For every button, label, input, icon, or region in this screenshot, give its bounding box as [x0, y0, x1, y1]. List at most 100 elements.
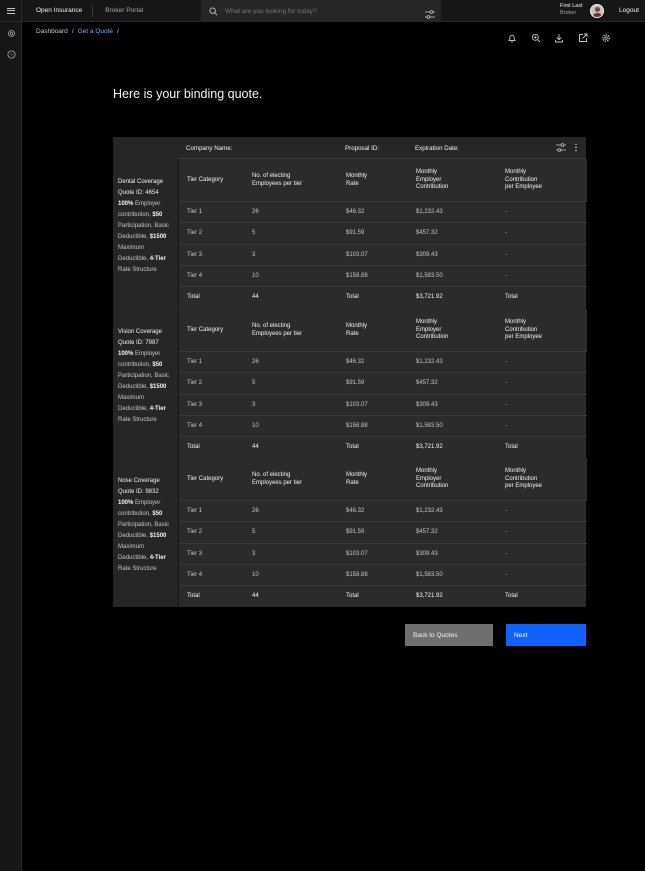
- portal-name[interactable]: Broker Portal: [92, 4, 155, 17]
- rate-structure: 4-Tier: [149, 555, 166, 561]
- filter-icon[interactable]: [425, 6, 435, 24]
- employees-cell: 10: [252, 272, 259, 279]
- total-employees-cell: 44: [252, 294, 259, 301]
- back-to-quotes-button[interactable]: Back to Quotes: [405, 624, 493, 646]
- coverage-table: Tier Category No. of electing Employees pe…: [178, 458, 587, 607]
- settings-icon[interactable]: [5, 27, 17, 39]
- rate-cell: $46.32: [346, 508, 365, 514]
- tier-cell: Tier 1: [187, 359, 203, 365]
- employees-cell: 5: [252, 380, 256, 387]
- export-icon[interactable]: [577, 32, 589, 44]
- total-tier-cell: Total: [187, 444, 200, 451]
- quote-table-header: Company Name: Proposal ID: Expiration Da…: [178, 137, 586, 159]
- table-row[interactable]: Tier 1 26 $46.32 $1,232.43 -: [179, 352, 587, 374]
- coverage-name: Nose Coverage: [118, 478, 160, 484]
- coverage-desc: Maximum Deductible,: [118, 245, 150, 262]
- employee-contribution-cell: -: [505, 571, 507, 578]
- rate-structure: 4-Tier: [149, 256, 166, 262]
- contribution-percent: 100%: [118, 500, 134, 506]
- user-info[interactable]: First Last Broker: [560, 3, 583, 17]
- overflow-menu-icon[interactable]: [574, 143, 578, 154]
- employer-contribution-cell: $1,232.43: [416, 209, 443, 215]
- column-header-employee: Monthly Contribution per Employee: [505, 468, 543, 489]
- total-row: Total 44 Total $3,721.92 Total: [179, 586, 587, 607]
- quote-id: Quote ID: 4654: [118, 190, 159, 196]
- tier-cell: Tier 2: [187, 230, 203, 237]
- expiration-date-label: Expiration Date:: [415, 145, 460, 152]
- total-employer-contribution-cell: $3,721.92: [416, 593, 443, 600]
- rate-cell: $103.07: [346, 251, 368, 258]
- table-row[interactable]: Tier 4 10 $158.88 $1,583.50 -: [179, 266, 587, 288]
- column-header-rate: Monthly Rate: [346, 323, 368, 337]
- table-row[interactable]: Tier 3 3 $103.07 $309.43 -: [179, 395, 587, 416]
- menu-icon[interactable]: [0, 0, 22, 22]
- search-bar[interactable]: [201, 0, 441, 22]
- total-employee-contribution-cell: Total: [505, 294, 518, 301]
- settings-icon[interactable]: [600, 32, 612, 44]
- user-role: Broker: [560, 10, 577, 16]
- employee-contribution-cell: -: [505, 401, 507, 408]
- employees-cell: 3: [252, 550, 256, 557]
- contribution-percent: 100%: [118, 201, 134, 207]
- total-rate-cell: Total: [346, 444, 359, 451]
- rate-cell: $158.88: [346, 571, 368, 578]
- quote-id: Quote ID: 9832: [118, 489, 159, 495]
- breadcrumb-get-a-quote[interactable]: Get a Quote: [78, 28, 113, 35]
- employer-contribution-cell: $1,232.43: [416, 508, 443, 514]
- employer-contribution-cell: $309.43: [416, 401, 438, 408]
- coverage-desc: Rate Structure: [118, 566, 157, 572]
- search-icon[interactable]: [201, 0, 225, 22]
- svg-text:?: ?: [10, 52, 13, 58]
- coverage-desc: Maximum Deductible,: [118, 395, 150, 412]
- employees-cell: 26: [252, 209, 259, 215]
- coverage-summary: Nose Coverage Quote ID: 9832 100% Employer…: [113, 458, 178, 607]
- table-row[interactable]: Tier 4 10 $158.88 $1,583.50 -: [179, 565, 587, 587]
- employees-cell: 10: [252, 571, 259, 578]
- column-header-employer: Monthly Employer Contribution: [416, 468, 449, 489]
- table-row[interactable]: Tier 3 3 $103.07 $309.43 -: [179, 544, 587, 565]
- table-row[interactable]: Tier 1 26 $46.32 $1,232.43 -: [179, 501, 587, 523]
- breadcrumb-dashboard[interactable]: Dashboard: [36, 28, 68, 35]
- table-row[interactable]: Tier 3 3 $103.07 $309.43 -: [179, 245, 587, 266]
- column-header-rate: Monthly Rate: [346, 472, 368, 486]
- rate-cell: $91.59: [346, 380, 365, 387]
- employer-contribution-cell: $309.43: [416, 251, 438, 258]
- rate-cell: $46.32: [346, 359, 365, 365]
- avatar[interactable]: [590, 4, 604, 18]
- notification-icon[interactable]: [506, 32, 518, 44]
- tier-cell: Tier 2: [187, 380, 203, 387]
- help-icon[interactable]: ?: [5, 48, 17, 60]
- total-employees-cell: 44: [252, 444, 259, 451]
- column-header-tier: Tier Category: [187, 177, 224, 183]
- tier-cell: Tier 4: [187, 422, 203, 429]
- column-header-employer: Monthly Employer Contribution: [416, 169, 449, 190]
- coverage-summary: Vision Coverage Quote ID: 7987 100% Employ…: [113, 309, 178, 458]
- column-header-row: Tier Category No. of electing Employees pe…: [179, 309, 587, 352]
- table-row[interactable]: Tier 2 5 $91.59 $457.32 -: [179, 373, 587, 395]
- table-row[interactable]: Tier 2 5 $91.59 $457.32 -: [179, 223, 587, 245]
- page-title: Here is your binding quote.: [113, 87, 263, 101]
- employees-cell: 10: [252, 422, 259, 429]
- employees-cell: 5: [252, 529, 256, 536]
- logout-link[interactable]: Logout: [619, 7, 639, 14]
- proposal-id-label: Proposal ID:: [345, 145, 380, 152]
- page-toolbar: [506, 32, 612, 44]
- employee-contribution-cell: -: [505, 359, 507, 365]
- filter-icon[interactable]: [556, 143, 566, 154]
- total-tier-cell: Total: [187, 294, 200, 301]
- employees-cell: 26: [252, 508, 259, 514]
- next-button[interactable]: Next: [506, 624, 586, 646]
- user-name: First Last: [560, 3, 583, 9]
- side-rail: ?: [0, 22, 22, 871]
- quote-table: Company Name: Proposal ID: Expiration Da…: [113, 137, 587, 607]
- brand-name[interactable]: Open Insurance: [22, 0, 92, 22]
- table-row[interactable]: Tier 1 26 $46.32 $1,232.43 -: [179, 202, 587, 224]
- rate-cell: $103.07: [346, 550, 368, 557]
- table-row[interactable]: Tier 2 5 $91.59 $457.32 -: [179, 522, 587, 544]
- search-input[interactable]: [225, 7, 405, 15]
- breadcrumb-separator: /: [117, 28, 119, 35]
- total-employer-contribution-cell: $3,721.92: [416, 294, 443, 301]
- zoom-icon[interactable]: [530, 32, 542, 44]
- download-icon[interactable]: [553, 32, 565, 44]
- table-row[interactable]: Tier 4 10 $158.88 $1,583.50 -: [179, 416, 587, 438]
